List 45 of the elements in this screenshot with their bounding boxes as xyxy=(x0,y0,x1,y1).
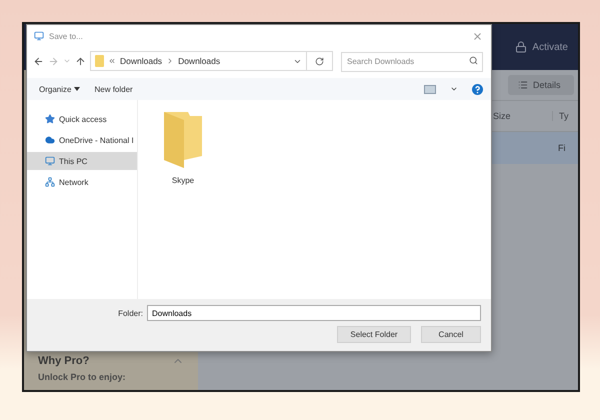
file-name[interactable]: Skype xyxy=(172,176,194,185)
arrow-right-icon xyxy=(48,56,59,66)
chevron-down-icon xyxy=(63,57,71,65)
list-icon xyxy=(518,80,528,90)
nav-item[interactable]: OneDrive - National I xyxy=(27,131,137,149)
breadcrumb-item[interactable]: Downloads xyxy=(120,56,162,66)
arrow-up-icon xyxy=(75,56,86,66)
close-icon[interactable] xyxy=(472,30,483,42)
refresh-icon xyxy=(315,56,324,66)
section-text: Unlock Pro to enjoy: xyxy=(38,372,127,382)
nav-item[interactable]: This PC xyxy=(27,152,137,170)
window-title: Save to... xyxy=(49,32,84,40)
organize-button[interactable]: Organize xyxy=(39,84,80,94)
column-header[interactable]: Ty xyxy=(552,111,578,121)
refresh-button[interactable] xyxy=(307,51,333,71)
dialog-button[interactable]: Select Folder xyxy=(337,326,411,343)
lock-icon xyxy=(515,41,528,53)
folder-icon xyxy=(95,55,104,67)
activate-button[interactable]: Activate xyxy=(515,41,568,53)
search-icon[interactable] xyxy=(469,56,478,65)
back-button[interactable] xyxy=(33,56,44,66)
window-icon xyxy=(34,31,44,41)
double-chevron-icon xyxy=(108,57,116,65)
dialog-button[interactable]: Cancel xyxy=(421,326,481,343)
folder-icon xyxy=(164,110,202,168)
new-folder-button[interactable]: New folder xyxy=(94,84,133,94)
up-button[interactable] xyxy=(75,56,86,66)
nav-item[interactable]: Network xyxy=(27,173,137,191)
folder-input[interactable]: Downloads xyxy=(147,305,481,321)
table-cell-text: Fi xyxy=(557,143,566,153)
help-icon[interactable] xyxy=(472,84,483,94)
caret-icon[interactable] xyxy=(450,85,458,93)
nav-item[interactable]: Quick access xyxy=(27,110,137,128)
section-heading: Why Pro? xyxy=(38,355,90,367)
network-icon xyxy=(45,177,55,187)
star-icon xyxy=(45,114,55,124)
monitor-icon xyxy=(45,156,55,166)
breadcrumb-item[interactable]: Downloads xyxy=(178,56,220,66)
cloud-icon xyxy=(45,135,55,145)
caret-icon xyxy=(74,87,80,91)
address-bar[interactable]: Downloads Downloads xyxy=(90,51,307,71)
field-label: Folder: xyxy=(118,308,143,318)
view-icon[interactable] xyxy=(424,84,436,94)
arrow-left-icon xyxy=(33,56,44,66)
search-field[interactable]: Search Downloads xyxy=(341,52,483,72)
